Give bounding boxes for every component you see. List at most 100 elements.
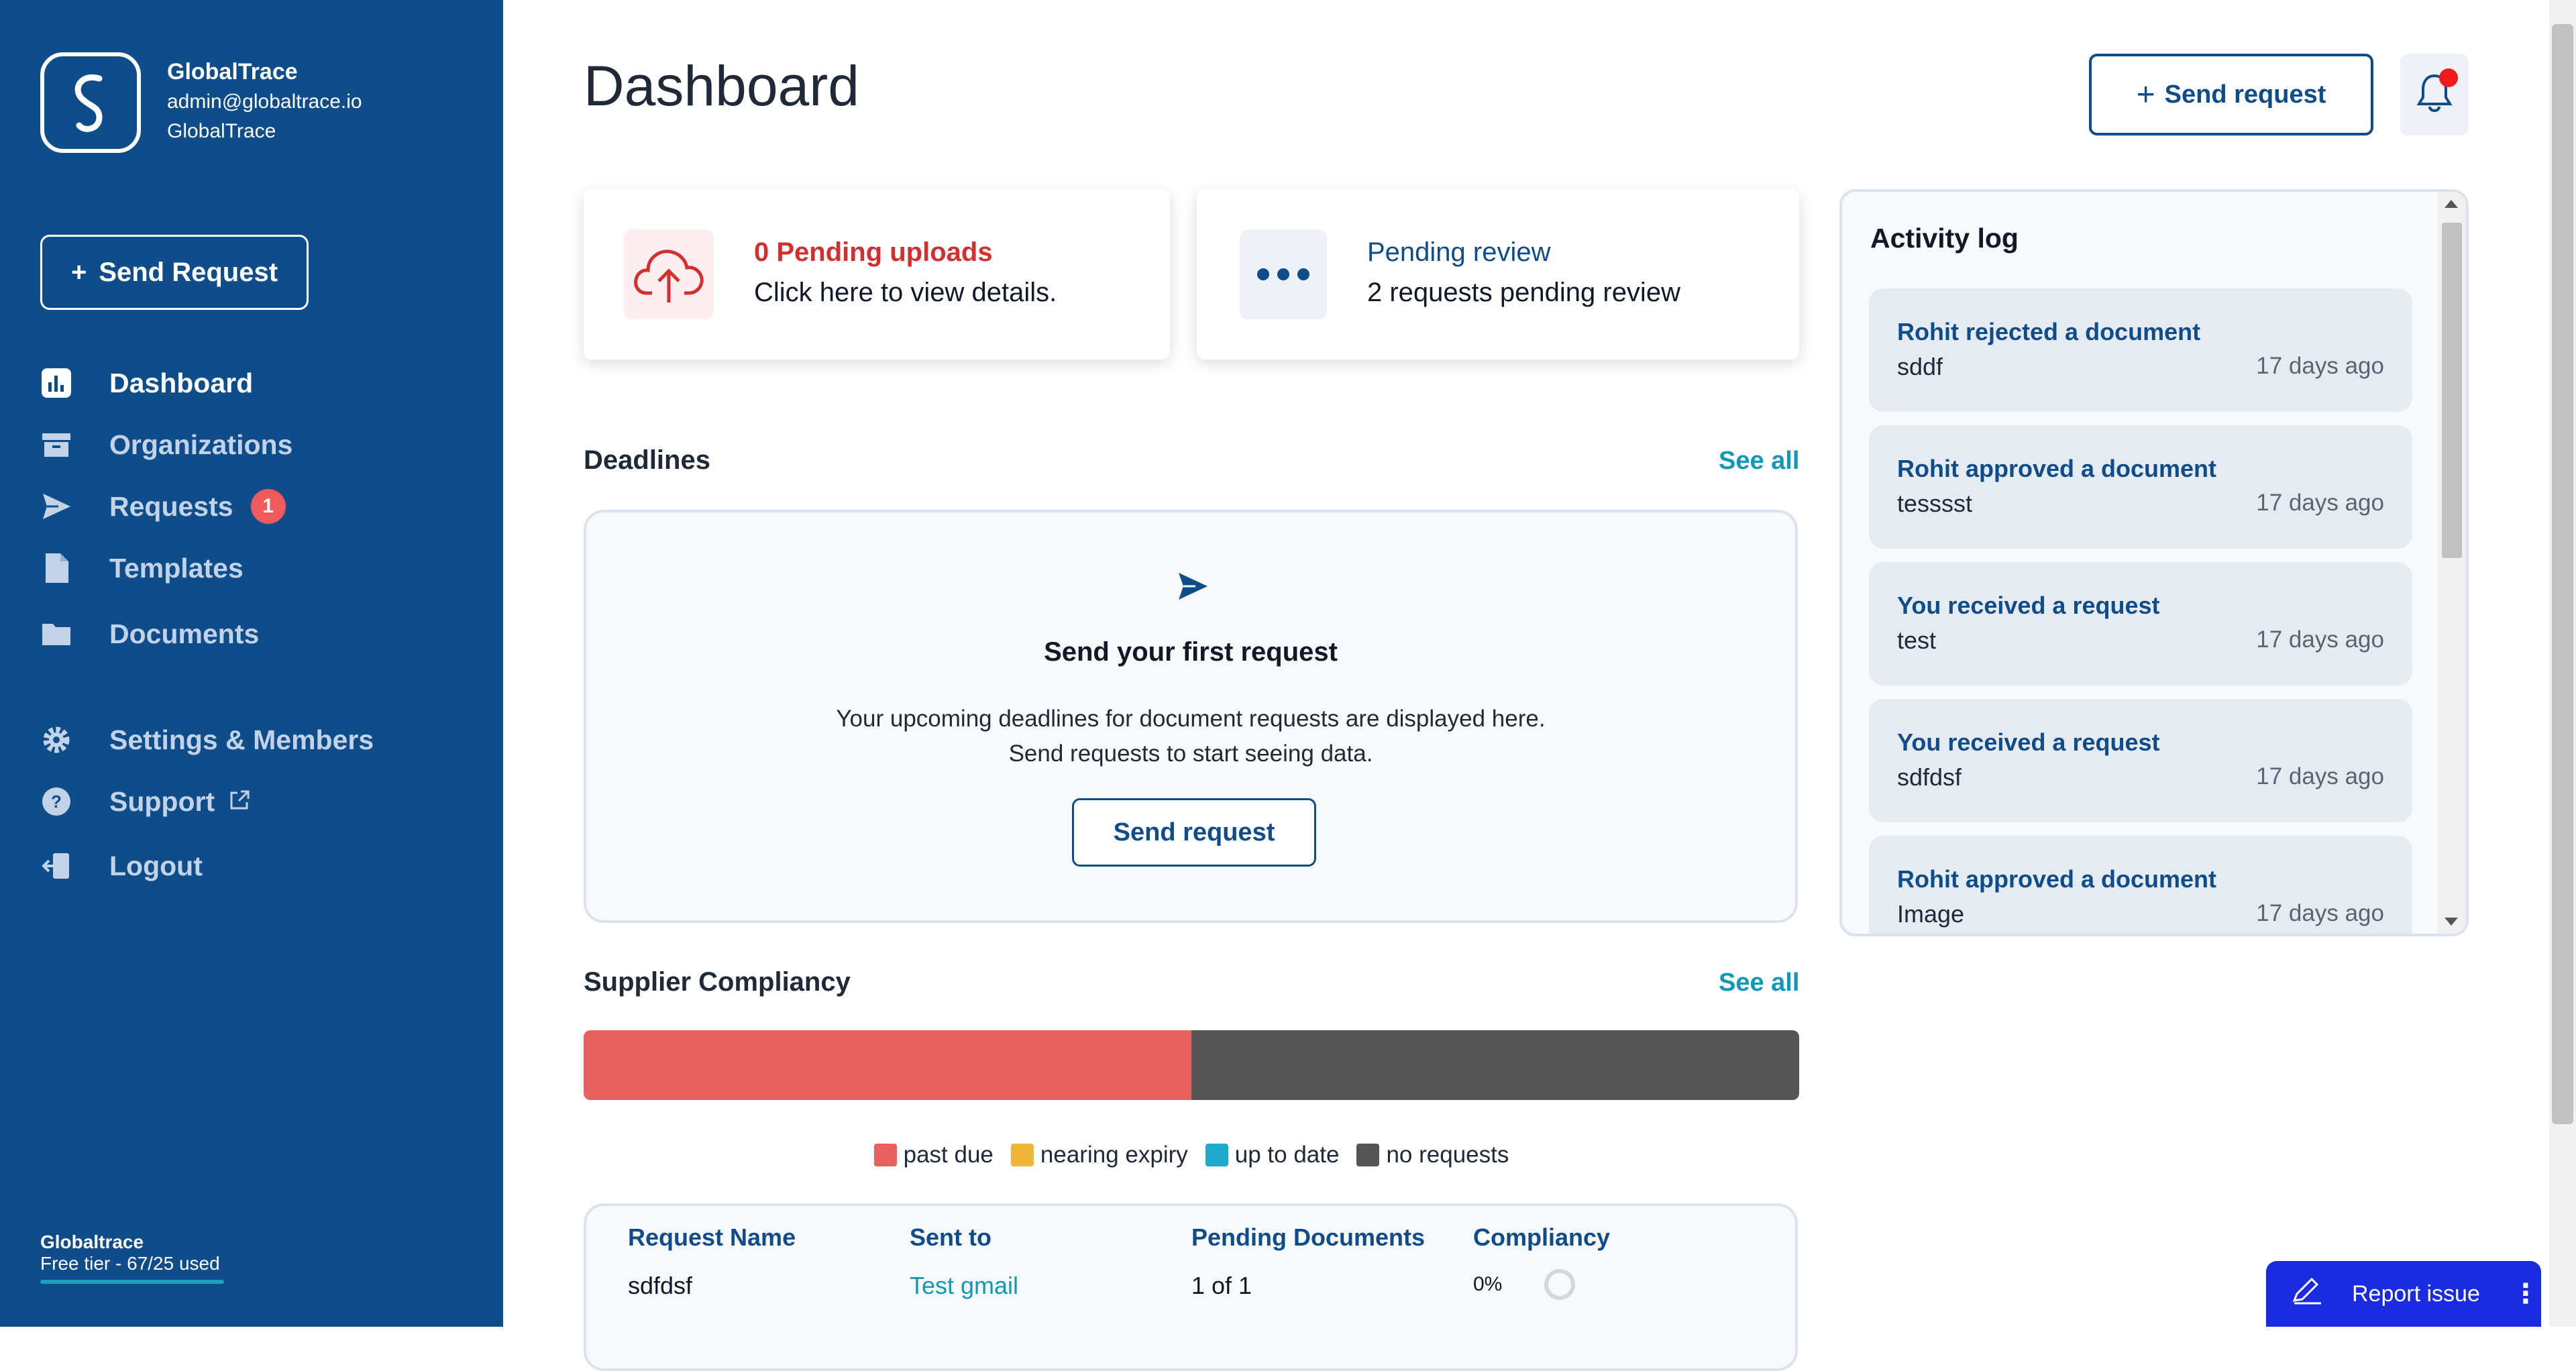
pending-review-title: Pending review xyxy=(1367,237,1551,267)
report-issue-button[interactable]: Report issue ⋮ xyxy=(2266,1261,2541,1327)
activity-item-subject: Image xyxy=(1897,900,1965,928)
page-scrollbar-thumb[interactable] xyxy=(2552,24,2573,1124)
legend-label: up to date xyxy=(1234,1142,1340,1168)
activity-item-subject: sddf xyxy=(1897,353,1943,380)
sidebar-item-label: Support xyxy=(109,785,215,817)
activity-log-title: Activity log xyxy=(1870,223,2019,254)
sidebar-item-label: Templates xyxy=(109,552,244,584)
user-email: admin@globaltrace.io xyxy=(167,91,362,113)
activity-scrollbar[interactable] xyxy=(2438,192,2466,934)
gear-icon xyxy=(40,724,72,756)
compliancy-table: Request Name Sent to Pending Documents C… xyxy=(584,1203,1798,1371)
plus-icon: + xyxy=(70,257,87,287)
pending-review-card[interactable]: Pending review 2 requests pending review xyxy=(1197,189,1799,360)
activity-item-subject: test xyxy=(1897,626,1937,654)
organization-name: GlobalTrace xyxy=(167,120,276,142)
sidebar-item-requests[interactable]: Requests 1 xyxy=(40,483,456,530)
pencil-icon xyxy=(2290,1276,2325,1312)
column-header-request-name: Request Name xyxy=(628,1223,796,1251)
send-request-button[interactable]: + Send request xyxy=(2089,54,2373,135)
plus-icon: + xyxy=(2136,76,2155,113)
bar-chart-icon xyxy=(40,367,72,399)
activity-item-time: 17 days ago xyxy=(2256,900,2384,926)
svg-text:?: ? xyxy=(51,791,62,812)
compliancy-segment-past-due xyxy=(584,1030,1191,1100)
scroll-down-arrow-icon[interactable] xyxy=(2445,918,2458,926)
pending-uploads-title: 0 Pending uploads xyxy=(754,237,993,267)
plan-name: Globaltrace xyxy=(40,1231,144,1252)
sidebar-item-logout[interactable]: Logout xyxy=(40,842,456,889)
sidebar-send-request-label: Send Request xyxy=(99,257,278,287)
sidebar-item-label: Dashboard xyxy=(109,367,254,398)
supplier-compliancy-title: Supplier Compliancy xyxy=(584,967,851,997)
sidebar-item-support[interactable]: ? Support xyxy=(40,778,456,825)
empty-state-send-request-button[interactable]: Send request xyxy=(1072,798,1316,867)
brand-name: GlobalTrace xyxy=(167,59,298,85)
activity-item-title: You received a request xyxy=(1897,592,2160,619)
sidebar-item-dashboard[interactable]: Dashboard xyxy=(40,360,456,406)
activity-item-title: Rohit approved a document xyxy=(1897,455,2217,482)
folder-icon xyxy=(40,618,72,650)
page-scrollbar[interactable] xyxy=(2549,0,2576,1327)
pending-review-subtitle: 2 requests pending review xyxy=(1367,278,1680,307)
kebab-menu-icon[interactable]: ⋮ xyxy=(2512,1278,2539,1309)
more-dots-icon xyxy=(1240,229,1327,319)
activity-item-subject: sdfdsf xyxy=(1897,763,1962,791)
empty-state-title: Send your first request xyxy=(1044,637,1338,667)
activity-item[interactable]: You received a request test 17 days ago xyxy=(1869,562,2412,686)
archive-box-icon xyxy=(40,429,72,461)
plan-usage: Free tier - 67/25 used xyxy=(40,1253,220,1274)
activity-item[interactable]: Rohit rejected a document sddf 17 days a… xyxy=(1869,288,2412,412)
request-name-cell: sdfdsf xyxy=(628,1272,693,1299)
compliancy-progress-ring xyxy=(1544,1269,1575,1300)
cloud-upload-icon xyxy=(624,229,714,319)
sidebar-send-request-button[interactable]: + Send Request xyxy=(40,235,309,310)
activity-item-time: 17 days ago xyxy=(2256,353,2384,379)
notification-dot xyxy=(2439,68,2458,87)
scroll-up-arrow-icon[interactable] xyxy=(2445,200,2458,208)
sidebar-item-settings[interactable]: Settings & Members xyxy=(40,716,456,763)
activity-item-title: You received a request xyxy=(1897,728,2160,756)
sidebar-item-label: Settings & Members xyxy=(109,724,374,755)
plan-usage-bar xyxy=(40,1280,224,1284)
activity-item-subject: tesssst xyxy=(1897,490,1973,517)
sidebar-item-documents[interactable]: Documents xyxy=(40,610,456,657)
column-header-sent-to: Sent to xyxy=(910,1223,991,1251)
sidebar-item-templates[interactable]: Templates xyxy=(40,545,456,592)
pending-uploads-subtitle: Click here to view details. xyxy=(754,278,1057,307)
page-title: Dashboard xyxy=(584,54,859,117)
activity-item[interactable]: You received a request sdfdsf 17 days ag… xyxy=(1869,699,2412,822)
column-header-pending-documents: Pending Documents xyxy=(1191,1223,1426,1251)
compliancy-percent: 0% xyxy=(1473,1273,1503,1295)
activity-log-panel: Activity log Rohit rejected a document s… xyxy=(1839,189,2469,936)
legend-label: past due xyxy=(903,1142,994,1168)
sidebar-item-organizations[interactable]: Organizations xyxy=(40,421,456,468)
report-issue-label: Report issue xyxy=(2352,1280,2480,1307)
sidebar-item-label: Organizations xyxy=(109,429,293,460)
file-icon xyxy=(40,552,72,584)
deadlines-panel: Send your first request Your upcoming de… xyxy=(584,510,1798,923)
activity-item-title: Rohit rejected a document xyxy=(1897,318,2201,345)
pending-uploads-card[interactable]: 0 Pending uploads Click here to view det… xyxy=(584,189,1170,360)
paper-plane-icon xyxy=(1177,570,1209,606)
legend-item-up-to-date: up to date xyxy=(1205,1142,1340,1168)
activity-item[interactable]: Rohit approved a document Image 17 days … xyxy=(1869,836,2412,934)
notifications-button[interactable] xyxy=(2400,54,2469,135)
activity-item[interactable]: Rohit approved a document tesssst 17 day… xyxy=(1869,425,2412,549)
deadlines-see-all-link[interactable]: See all xyxy=(1719,447,1799,476)
sent-to-link[interactable]: Test gmail xyxy=(910,1272,1018,1300)
legend-label: nearing expiry xyxy=(1040,1142,1188,1168)
paper-plane-icon xyxy=(40,490,72,523)
legend-swatch xyxy=(873,1144,897,1166)
pending-documents-cell: 1 of 1 xyxy=(1191,1272,1252,1299)
compliancy-see-all-link[interactable]: See all xyxy=(1719,969,1799,997)
send-request-label: Send request xyxy=(2164,80,2326,109)
help-circle-icon: ? xyxy=(40,785,72,818)
brand-logo-icon[interactable] xyxy=(40,52,141,153)
legend-item-nearing-expiry: nearing expiry xyxy=(1010,1142,1188,1168)
legend-label: no requests xyxy=(1386,1142,1509,1168)
empty-state-line: Your upcoming deadlines for document req… xyxy=(836,706,1546,732)
activity-scrollbar-thumb[interactable] xyxy=(2442,223,2462,558)
sidebar-item-label: Requests xyxy=(109,490,233,522)
legend-swatch xyxy=(1356,1144,1380,1166)
